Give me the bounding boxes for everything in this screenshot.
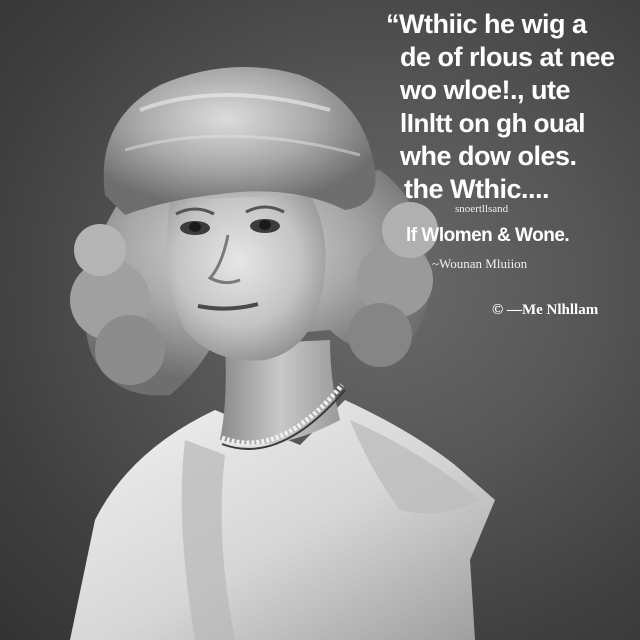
quote-text: “Wthiic he wig a de of rlous at nee wo w… bbox=[384, 8, 634, 206]
face bbox=[167, 195, 326, 361]
quote-line: de of rlous at nee bbox=[400, 42, 615, 72]
author-name: ~Wounan Mluiion bbox=[432, 256, 528, 271]
quote-line: the Wthic.... bbox=[404, 174, 550, 204]
quote-poster: “Wthiic he wig a de of rlous at nee wo w… bbox=[0, 0, 640, 640]
subtitle: lf Wlomen & Wone. bbox=[406, 225, 570, 246]
copyright-credit: © —Me Nlhllam bbox=[492, 302, 599, 318]
quote-line: lInltt on gh oual bbox=[400, 108, 586, 138]
tagline: snoertllsand bbox=[455, 203, 509, 215]
quote-line: wo wloe!., ute bbox=[400, 75, 571, 105]
quote-line: whe dow oles. bbox=[400, 141, 577, 171]
quote-line: “Wthiic he wig a bbox=[386, 9, 587, 39]
